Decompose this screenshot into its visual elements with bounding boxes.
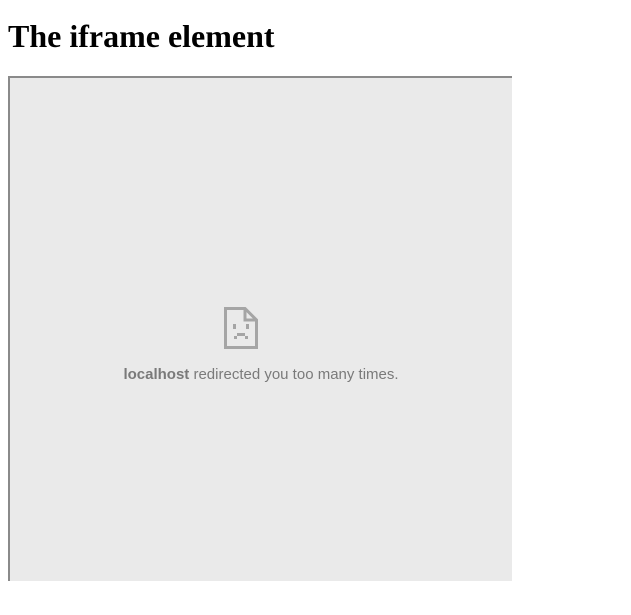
error-message: localhost redirected you too many times. [10, 366, 512, 383]
sad-page-icon [224, 307, 258, 349]
error-host: localhost [123, 366, 190, 383]
error-message-text: redirected you too many times. [189, 366, 399, 383]
iframe-frame[interactable]: localhost redirected you too many times. [8, 76, 512, 581]
page-title: The iframe element [8, 18, 275, 54]
